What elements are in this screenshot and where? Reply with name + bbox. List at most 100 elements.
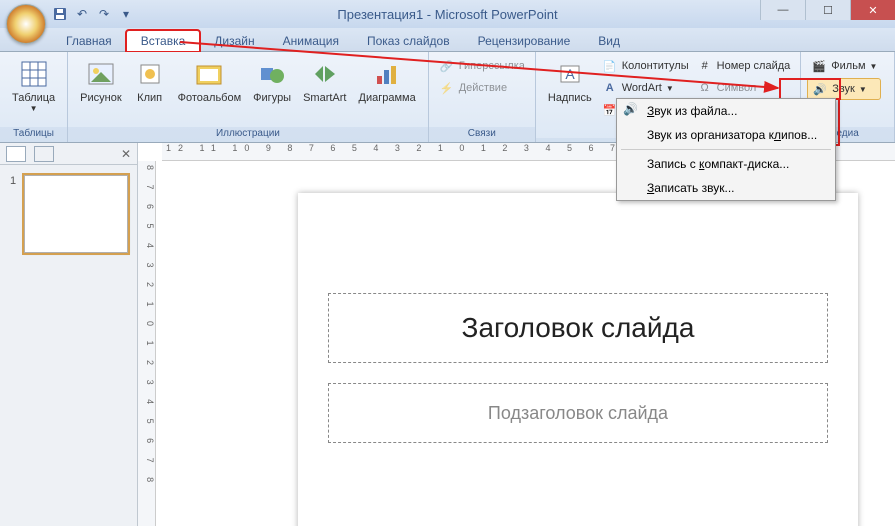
hyperlink-icon: 🔗 <box>439 58 455 74</box>
slidenumber-button[interactable]: # Номер слайда <box>693 56 795 76</box>
chevron-down-icon: ▼ <box>30 104 38 113</box>
wordart-button[interactable]: A WordArt ▼ <box>598 78 693 98</box>
window-controls: — ☐ ✕ <box>760 0 895 20</box>
slidenumber-label: Номер слайда <box>717 60 791 72</box>
menu-separator <box>621 149 831 150</box>
title-placeholder-text: Заголовок слайда <box>462 312 695 344</box>
hyperlink-button[interactable]: 🔗 Гиперссылка <box>435 56 529 76</box>
chart-label: Диаграмма <box>359 92 416 104</box>
movie-icon: 🎬 <box>811 58 827 74</box>
group-illustrations: Рисунок Клип Фотоальбом Фигуры SmartArt … <box>68 52 429 142</box>
smartart-button[interactable]: SmartArt <box>297 56 352 106</box>
tab-animation[interactable]: Анимация <box>269 31 353 51</box>
picture-button[interactable]: Рисунок <box>74 56 128 106</box>
record-sound-label: Записать звук... <box>647 181 734 195</box>
sound-button[interactable]: 🔊 Звук ▼ <box>807 78 881 100</box>
picture-icon <box>85 58 117 90</box>
sound-from-cd-label: Запись с компакт-диска... <box>647 157 789 171</box>
thumbnail-number: 1 <box>10 175 16 187</box>
group-tables: Таблица ▼ Таблицы <box>0 52 68 142</box>
symbol-icon: Ω <box>697 80 713 96</box>
textbox-icon: A <box>554 58 586 90</box>
thumbnail-list: 1 <box>0 165 137 263</box>
photoalbum-button[interactable]: Фотоальбом <box>172 56 248 106</box>
chevron-down-icon: ▼ <box>666 84 674 93</box>
menuitem-sound-from-cd[interactable]: Запись с компакт-диска... <box>617 152 835 176</box>
action-label: Действие <box>459 82 507 94</box>
group-links-label: Связи <box>429 127 535 142</box>
textbox-button[interactable]: A Надпись <box>542 56 598 106</box>
wordart-icon: A <box>602 80 618 96</box>
clip-label: Клип <box>137 92 162 104</box>
office-button[interactable] <box>6 4 46 44</box>
smartart-label: SmartArt <box>303 92 346 104</box>
shapes-label: Фигуры <box>253 92 291 104</box>
group-tables-label: Таблицы <box>0 127 67 142</box>
window-title: Презентация1 - Microsoft PowerPoint <box>337 7 557 22</box>
group-links: 🔗 Гиперссылка ⚡ Действие Связи <box>429 52 536 142</box>
clip-button[interactable]: Клип <box>128 56 172 106</box>
photoalbum-label: Фотоальбом <box>178 92 242 104</box>
title-bar: ↶ ↷ ▾ Презентация1 - Microsoft PowerPoin… <box>0 0 895 28</box>
headerfooter-icon: 📄 <box>602 58 618 74</box>
tab-slideshow[interactable]: Показ слайдов <box>353 31 464 51</box>
table-icon <box>18 58 50 90</box>
picture-label: Рисунок <box>80 92 122 104</box>
photoalbum-icon <box>193 58 225 90</box>
headerfooter-label: Колонтитулы <box>622 60 689 72</box>
panel-close-icon[interactable]: ✕ <box>121 147 131 161</box>
panel-tab-slides[interactable] <box>6 146 26 162</box>
headerfooter-button[interactable]: 📄 Колонтитулы <box>598 56 693 76</box>
group-illustrations-label: Иллюстрации <box>68 127 428 142</box>
chevron-down-icon: ▼ <box>870 62 878 71</box>
shapes-icon <box>256 58 288 90</box>
sound-label: Звук <box>832 83 855 95</box>
clip-icon <box>134 58 166 90</box>
tab-home[interactable]: Главная <box>52 31 126 51</box>
menuitem-record-sound[interactable]: Записать звук... <box>617 176 835 200</box>
symbol-button[interactable]: Ω Символ <box>693 78 795 98</box>
tab-view[interactable]: Вид <box>584 31 634 51</box>
panel-tab-outline[interactable] <box>34 146 54 162</box>
qat-dropdown-icon[interactable]: ▾ <box>118 6 134 22</box>
sound-from-clip-label: Звук из организатора клипов... <box>647 128 817 142</box>
subtitle-placeholder-text: Подзаголовок слайда <box>488 403 668 424</box>
hyperlink-label: Гиперссылка <box>459 60 525 72</box>
sound-icon: 🔊 <box>812 81 828 97</box>
slide-canvas[interactable]: Заголовок слайда Подзаголовок слайда <box>298 193 858 526</box>
movie-button[interactable]: 🎬 Фильм ▼ <box>807 56 881 76</box>
action-icon: ⚡ <box>439 80 455 96</box>
close-button[interactable]: ✕ <box>850 0 895 20</box>
sound-from-file-label: Звук из файла... <box>647 104 737 118</box>
action-button[interactable]: ⚡ Действие <box>435 78 529 98</box>
maximize-button[interactable]: ☐ <box>805 0 850 20</box>
tab-review[interactable]: Рецензирование <box>464 31 585 51</box>
subtitle-placeholder[interactable]: Подзаголовок слайда <box>328 383 828 443</box>
chart-icon <box>371 58 403 90</box>
shapes-button[interactable]: Фигуры <box>247 56 297 106</box>
tab-insert[interactable]: Вставка <box>126 30 201 52</box>
sound-file-icon: 🔊 <box>623 102 639 118</box>
slidenumber-icon: # <box>697 58 713 74</box>
chart-button[interactable]: Диаграмма <box>353 56 422 106</box>
slide-thumbnail[interactable] <box>24 175 128 253</box>
textbox-label: Надпись <box>548 92 592 104</box>
redo-icon[interactable]: ↷ <box>96 6 112 22</box>
sound-dropdown: 🔊 Звук из файла... Звук из организатора … <box>616 98 836 201</box>
tab-design[interactable]: Дизайн <box>200 31 268 51</box>
table-label: Таблица <box>12 92 55 104</box>
save-icon[interactable] <box>52 6 68 22</box>
minimize-button[interactable]: — <box>760 0 805 20</box>
undo-icon[interactable]: ↶ <box>74 6 90 22</box>
vertical-ruler: 8 7 6 5 4 3 2 1 0 1 2 3 4 5 6 7 8 <box>138 161 156 526</box>
movie-label: Фильм <box>831 60 865 72</box>
slides-panel: ✕ 1 <box>0 143 138 526</box>
menuitem-sound-from-file[interactable]: 🔊 Звук из файла... <box>617 99 835 123</box>
quick-access-toolbar: ↶ ↷ ▾ <box>52 6 134 22</box>
menuitem-sound-from-clip[interactable]: Звук из организатора клипов... <box>617 123 835 147</box>
smartart-icon <box>309 58 341 90</box>
ribbon-tabs: Главная Вставка Дизайн Анимация Показ сл… <box>0 28 895 52</box>
table-button[interactable]: Таблица ▼ <box>6 56 61 115</box>
title-placeholder[interactable]: Заголовок слайда <box>328 293 828 363</box>
symbol-label: Символ <box>717 82 757 94</box>
